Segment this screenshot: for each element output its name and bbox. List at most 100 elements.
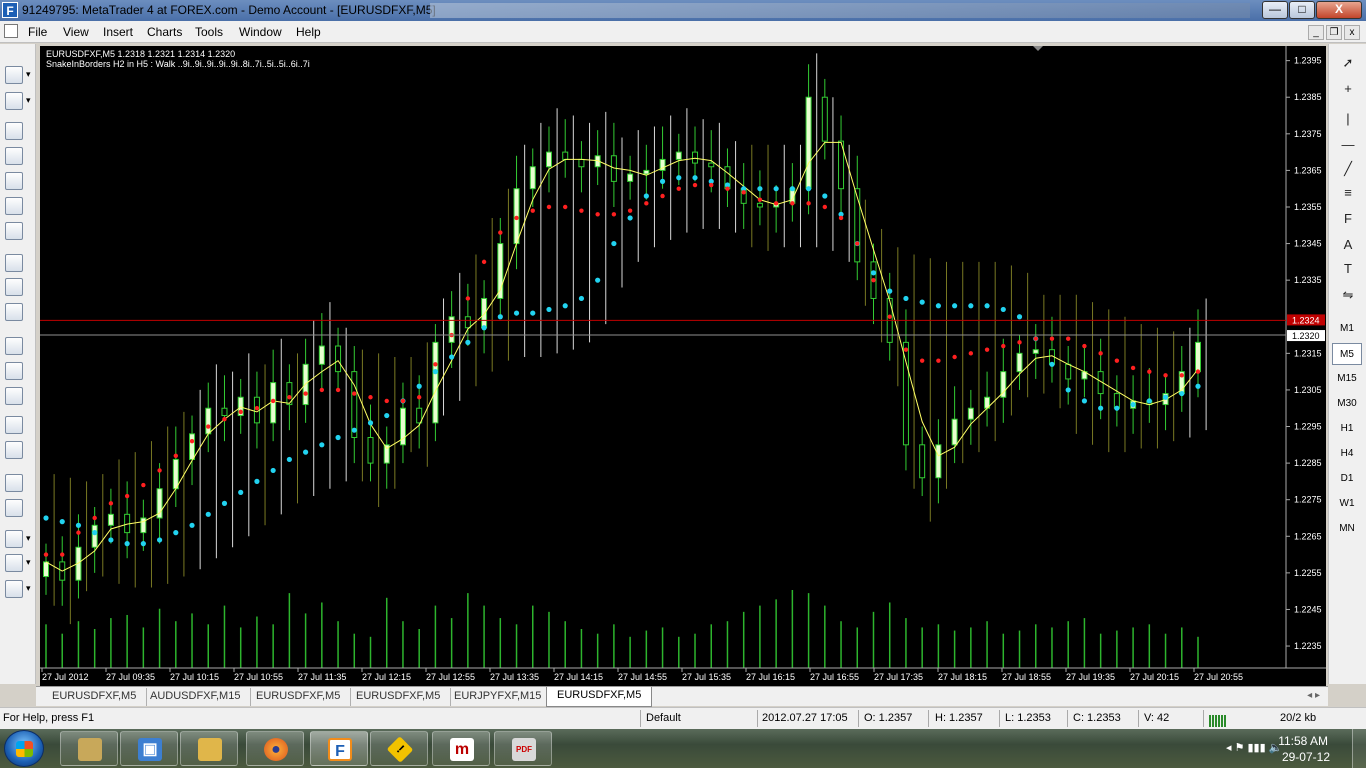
meta-editor-icon[interactable] (5, 278, 23, 296)
candle-body (821, 96, 828, 142)
upper-band-dot (741, 190, 746, 195)
line-chart-icon[interactable] (5, 387, 23, 405)
auto-scroll-icon[interactable] (5, 474, 23, 492)
vertical-line-icon[interactable]: | (1335, 108, 1361, 130)
taskbar-firefox[interactable]: ● (246, 731, 304, 766)
menu-help[interactable]: Help (296, 25, 321, 39)
menu-tools[interactable]: Tools (195, 25, 223, 39)
minimize-button[interactable]: — (1262, 1, 1288, 19)
timeframe-m1[interactable]: M1 (1332, 318, 1362, 340)
text-label-icon[interactable]: T (1335, 258, 1361, 280)
menu-file[interactable]: File (28, 25, 47, 39)
tab-eurusd-m5-active[interactable]: EURUSDFXF,M5 (546, 687, 653, 707)
taskbar-explorer[interactable] (60, 731, 118, 766)
data-window-icon[interactable] (5, 147, 23, 165)
lower-band-dot (465, 339, 471, 345)
arrow-tool-icon[interactable]: ⇋ (1335, 284, 1361, 306)
candle-body (805, 96, 812, 190)
chart-window[interactable]: 1.2395 1.2385 1.2375 1.2365 1.2355 1.2345 1.23… (40, 46, 1326, 686)
tab-eurusd-m5-3[interactable]: EURUSDFXF,M5 (346, 688, 452, 706)
taskbar-warning-app[interactable]: ! (370, 731, 428, 766)
document-icon[interactable] (4, 24, 18, 38)
maximize-button[interactable]: □ (1289, 1, 1315, 19)
close-button[interactable]: X (1316, 1, 1362, 19)
navigator-icon[interactable] (5, 172, 23, 190)
candle-body (318, 345, 325, 365)
tab-eurusd-m5-1[interactable]: EURUSDFXF,M5 (42, 688, 148, 706)
timeframe-w1[interactable]: W1 (1332, 493, 1362, 515)
firefox-icon: ● (264, 738, 288, 761)
candlestick-icon[interactable] (5, 362, 23, 380)
price-chart[interactable]: 1.2395 1.2385 1.2375 1.2365 1.2355 1.2345 1.23… (40, 46, 1326, 686)
menu-insert[interactable]: Insert (103, 25, 133, 39)
upper-band-dot (579, 208, 584, 213)
price-tick-label: 1.2365 (1294, 165, 1322, 175)
tab-eurusd-m5-2[interactable]: EURUSDFXF,M5 (246, 688, 352, 706)
text-icon[interactable]: A (1335, 234, 1361, 256)
tab-eurjpy-m15[interactable]: EURJPYFXF,M15 (444, 688, 553, 706)
lower-band-dot (903, 295, 909, 302)
lower-band-dot (108, 537, 114, 543)
timeframe-h4[interactable]: H4 (1332, 443, 1362, 465)
timeframe-d1[interactable]: D1 (1332, 468, 1362, 490)
title-bar[interactable]: F 91249795: MetaTrader 4 at FOREX.com - … (0, 0, 1366, 21)
lower-band-dot (530, 310, 536, 316)
lower-band-dot (822, 193, 828, 199)
channel-icon[interactable]: ≡ (1335, 182, 1361, 204)
upper-band-dot (1195, 369, 1201, 374)
market-watch-icon[interactable] (5, 122, 23, 140)
zoom-out-icon[interactable] (5, 441, 23, 459)
menu-charts[interactable]: Charts (147, 25, 182, 39)
candle-body (756, 202, 763, 208)
lower-band-dot (952, 303, 958, 309)
mdi-restore-button[interactable]: ❐ (1326, 25, 1342, 40)
timeframe-m5[interactable]: M5 (1332, 343, 1362, 365)
templates-icon[interactable] (5, 580, 31, 598)
clock-time[interactable]: 11:58 AM (1278, 734, 1328, 748)
zoom-in-icon[interactable] (5, 416, 23, 434)
time-tick-label: 27 Jul 16:15 (746, 672, 795, 682)
horizontal-line-icon[interactable]: — (1335, 134, 1361, 156)
timeframe-m30[interactable]: M30 (1332, 393, 1362, 415)
lower-band-dot (692, 175, 698, 181)
candle-body (643, 169, 650, 175)
mdi-minimize-button[interactable]: _ (1308, 25, 1324, 40)
taskbar-media[interactable]: m (432, 731, 490, 766)
candle-body (854, 188, 861, 263)
taskbar-pdf[interactable]: PDF (494, 731, 552, 766)
cursor-icon[interactable]: ➚ (1335, 52, 1361, 74)
new-chart-icon[interactable] (5, 66, 31, 84)
expert-advisors-icon[interactable] (5, 303, 23, 321)
timeframe-m15[interactable]: M15 (1332, 368, 1362, 390)
upper-band-dot (563, 204, 568, 210)
upper-band-dot (595, 212, 600, 217)
menu-view[interactable]: View (63, 25, 89, 39)
tab-audusd-m15[interactable]: AUDUSDFXF,M15 (140, 688, 252, 706)
tray-icons[interactable]: ◂ ⚑ ▮▮▮ 🔈 (1226, 741, 1282, 754)
clock-date[interactable]: 29-07-12 (1282, 750, 1330, 764)
fibonacci-icon[interactable]: F (1335, 208, 1361, 230)
crosshair-icon[interactable]: + (1335, 78, 1361, 100)
chart-shift-icon[interactable] (5, 499, 23, 517)
upper-band-dot (157, 468, 162, 473)
lower-band-dot (1065, 387, 1071, 393)
mdi-close-button[interactable]: x (1344, 25, 1360, 40)
trendline-icon[interactable]: ╱ (1335, 158, 1361, 180)
time-tick-label: 27 Jul 13:35 (490, 672, 539, 682)
terminal-icon[interactable] (5, 197, 23, 215)
bar-chart-icon[interactable] (5, 337, 23, 355)
timeframe-mn[interactable]: MN (1332, 518, 1362, 540)
taskbar-metatrader[interactable]: F (310, 731, 368, 766)
indicators-icon[interactable] (5, 530, 31, 548)
timeframe-h1[interactable]: H1 (1332, 418, 1362, 440)
menu-window[interactable]: Window (239, 25, 282, 39)
profiles-icon[interactable] (5, 92, 31, 110)
strategy-tester-icon[interactable] (5, 222, 23, 240)
taskbar-file-manager[interactable] (180, 731, 238, 766)
new-order-icon[interactable] (5, 254, 23, 272)
tab-scroll-arrows[interactable]: ◂ ▸ (1307, 690, 1320, 701)
taskbar-terminal[interactable]: ▣ (120, 731, 178, 766)
show-desktop-button[interactable] (1352, 729, 1366, 768)
periods-icon[interactable] (5, 554, 31, 572)
start-button[interactable] (4, 730, 44, 767)
